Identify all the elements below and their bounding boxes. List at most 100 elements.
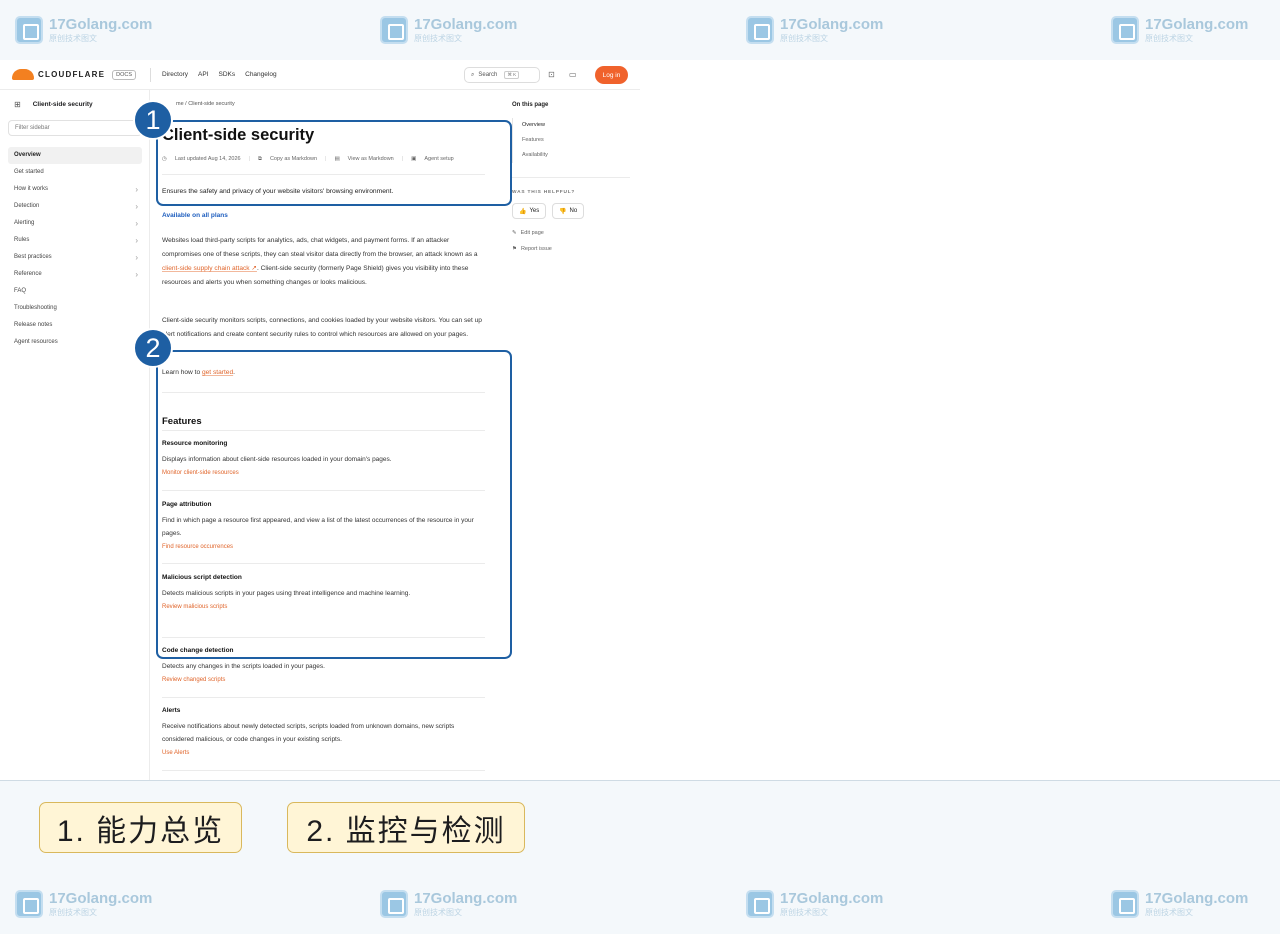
sidebar-item-how-it-works[interactable]: How it works › bbox=[8, 181, 142, 198]
edit-page-link[interactable]: ✎ Edit page bbox=[512, 230, 544, 236]
helpful-heading: WAS THIS HELPFUL? bbox=[512, 190, 576, 195]
toc-list: Overview Features Availability bbox=[512, 118, 622, 163]
nav-api[interactable]: API bbox=[198, 71, 208, 78]
intro-paragraph: Websites load third-party scripts for an… bbox=[162, 234, 482, 290]
toc-item-features[interactable]: Features bbox=[513, 133, 622, 148]
annotation-badge-1: 1 bbox=[133, 100, 173, 140]
sidebar: ⊞ Client-side security Filter sidebar Ov… bbox=[0, 90, 150, 780]
sidebar-item-release-notes[interactable]: Release notes bbox=[8, 317, 142, 334]
watermark-logo-icon bbox=[15, 16, 43, 44]
sidebar-item-label: Agent resources bbox=[14, 339, 58, 345]
breadcrumb-home[interactable]: me bbox=[176, 101, 184, 107]
plans-badge: Available on all plans bbox=[162, 212, 228, 219]
watermark: 17Golang.com 原创技术图文 bbox=[746, 16, 883, 44]
watermark-band-top: 17Golang.com 原创技术图文 17Golang.com 原创技术图文 17… bbox=[0, 0, 1280, 60]
watermark: 17Golang.com 原创技术图文 bbox=[1111, 16, 1248, 44]
no-button[interactable]: 👎 No bbox=[552, 203, 585, 219]
watermark: 17Golang.com 原创技术图文 bbox=[15, 16, 152, 44]
watermark-name: 17Golang.com bbox=[414, 16, 518, 33]
yes-label: Yes bbox=[529, 208, 540, 214]
watermark: 17Golang.com 原创技术图文 bbox=[15, 890, 152, 918]
report-issue-label: Report issue bbox=[520, 246, 552, 252]
watermark-logo-icon bbox=[1111, 890, 1139, 918]
feature-link[interactable]: Use Alerts bbox=[162, 750, 485, 756]
pencil-icon: ✎ bbox=[512, 230, 517, 236]
sidebar-item-label: Alerting bbox=[14, 220, 35, 226]
divider bbox=[162, 770, 485, 771]
nav-changelog[interactable]: Changelog bbox=[245, 71, 276, 78]
sidebar-item-troubleshooting[interactable]: Troubleshooting bbox=[8, 300, 142, 317]
chevron-right-icon: › bbox=[135, 236, 138, 245]
thumbs-up-icon: 👍 bbox=[519, 208, 527, 215]
no-label: No bbox=[569, 208, 578, 214]
report-issue-link[interactable]: ⚑ Report issue bbox=[512, 246, 552, 252]
watermark-logo-icon bbox=[746, 890, 774, 918]
highlight-box-overview bbox=[156, 120, 512, 206]
chevron-right-icon: › bbox=[135, 219, 138, 228]
sidebar-item-overview[interactable]: Overview bbox=[8, 147, 142, 164]
sidebar-item-label: Best practices bbox=[14, 254, 52, 260]
sidebar-item-reference[interactable]: Reference › bbox=[8, 266, 142, 283]
search-icon: ⌕ bbox=[471, 71, 475, 78]
chat-icon[interactable]: ⊡ bbox=[548, 70, 555, 79]
feature-link[interactable]: Review changed scripts bbox=[162, 677, 485, 683]
sidebar-list: Overview Get started How it works › Detec… bbox=[8, 147, 142, 351]
cloudflare-logo[interactable]: CLOUDFLARE DOCS bbox=[12, 69, 136, 80]
watermark-logo-icon bbox=[380, 890, 408, 918]
nav-sdks[interactable]: SDKs bbox=[219, 71, 236, 78]
divider bbox=[512, 177, 630, 178]
sidebar-item-faq[interactable]: FAQ bbox=[8, 283, 142, 300]
search-shortcut: ⌘ K bbox=[504, 71, 520, 79]
watermark-sub: 原创技术图文 bbox=[780, 908, 828, 917]
watermark-logo-icon bbox=[380, 16, 408, 44]
watermark-sub: 原创技术图文 bbox=[1145, 34, 1193, 43]
sidebar-item-label: Overview bbox=[14, 152, 41, 158]
yes-button[interactable]: 👍 Yes bbox=[512, 203, 547, 219]
divider bbox=[162, 697, 485, 698]
sidebar-filter-input[interactable]: Filter sidebar bbox=[8, 120, 142, 136]
watermark-sub: 原创技术图文 bbox=[414, 34, 462, 43]
sidebar-item-label: Detection bbox=[14, 203, 40, 209]
breadcrumb-current: Client-side security bbox=[188, 101, 235, 107]
sidebar-item-label: How it works bbox=[14, 186, 49, 192]
grid-icon[interactable]: ⊞ bbox=[14, 100, 21, 109]
sidebar-item-alerting[interactable]: Alerting › bbox=[8, 215, 142, 232]
watermark-logo-icon bbox=[1111, 16, 1139, 44]
sidebar-header: ⊞ Client-side security bbox=[14, 100, 93, 109]
highlight-box-monitoring bbox=[156, 350, 512, 659]
supply-chain-attack-link[interactable]: client-side supply chain attack ↗ bbox=[162, 265, 257, 272]
legend-tag-overview: 1. 能力总览 bbox=[39, 802, 242, 853]
toc-item-overview[interactable]: Overview bbox=[513, 118, 622, 133]
sidebar-item-get-started[interactable]: Get started bbox=[8, 164, 142, 181]
search-input[interactable]: ⌕ Search ⌘ K bbox=[464, 67, 540, 83]
sidebar-item-label: FAQ bbox=[14, 288, 27, 294]
sidebar-item-label: Reference bbox=[14, 271, 42, 277]
annotation-badge-2: 2 bbox=[133, 328, 173, 368]
sidebar-item-label: Release notes bbox=[14, 322, 53, 328]
watermark-sub: 原创技术图文 bbox=[780, 34, 828, 43]
legend-tag-monitoring: 2. 监控与检测 bbox=[287, 802, 525, 853]
sidebar-item-best-practices[interactable]: Best practices › bbox=[8, 249, 142, 266]
sidebar-item-rules[interactable]: Rules › bbox=[8, 232, 142, 249]
sidebar-item-detection[interactable]: Detection › bbox=[8, 198, 142, 215]
nav-directory[interactable]: Directory bbox=[162, 71, 188, 78]
watermark-name: 17Golang.com bbox=[780, 890, 884, 907]
sidebar-item-agent-resources[interactable]: Agent resources bbox=[8, 334, 142, 351]
docs-badge: DOCS bbox=[112, 69, 136, 80]
monitor-paragraph: Client-side security monitors scripts, c… bbox=[162, 317, 482, 338]
sidebar-title: Client-side security bbox=[32, 101, 93, 108]
watermark-name: 17Golang.com bbox=[1145, 890, 1249, 907]
monitor-icon[interactable]: ▭ bbox=[569, 70, 577, 79]
watermark-band-bottom: 17Golang.com 原创技术图文 17Golang.com 原创技术图文 17… bbox=[0, 874, 1280, 934]
annotation-legend: 1. 能力总览 2. 监控与检测 bbox=[0, 780, 1280, 874]
breadcrumb: me / Client-side security bbox=[176, 101, 235, 107]
toc-item-availability[interactable]: Availability bbox=[513, 148, 622, 163]
watermark-sub: 原创技术图文 bbox=[49, 34, 97, 43]
login-button[interactable]: Log in bbox=[595, 66, 628, 84]
top-nav: Directory API SDKs Changelog bbox=[162, 71, 277, 78]
chevron-right-icon: › bbox=[135, 185, 138, 194]
docs-screenshot: CLOUDFLARE DOCS Directory API SDKs Chang… bbox=[0, 60, 1280, 780]
chevron-right-icon: › bbox=[135, 202, 138, 211]
watermark: 17Golang.com 原创技术图文 bbox=[746, 890, 883, 918]
watermark-sub: 原创技术图文 bbox=[49, 908, 97, 917]
